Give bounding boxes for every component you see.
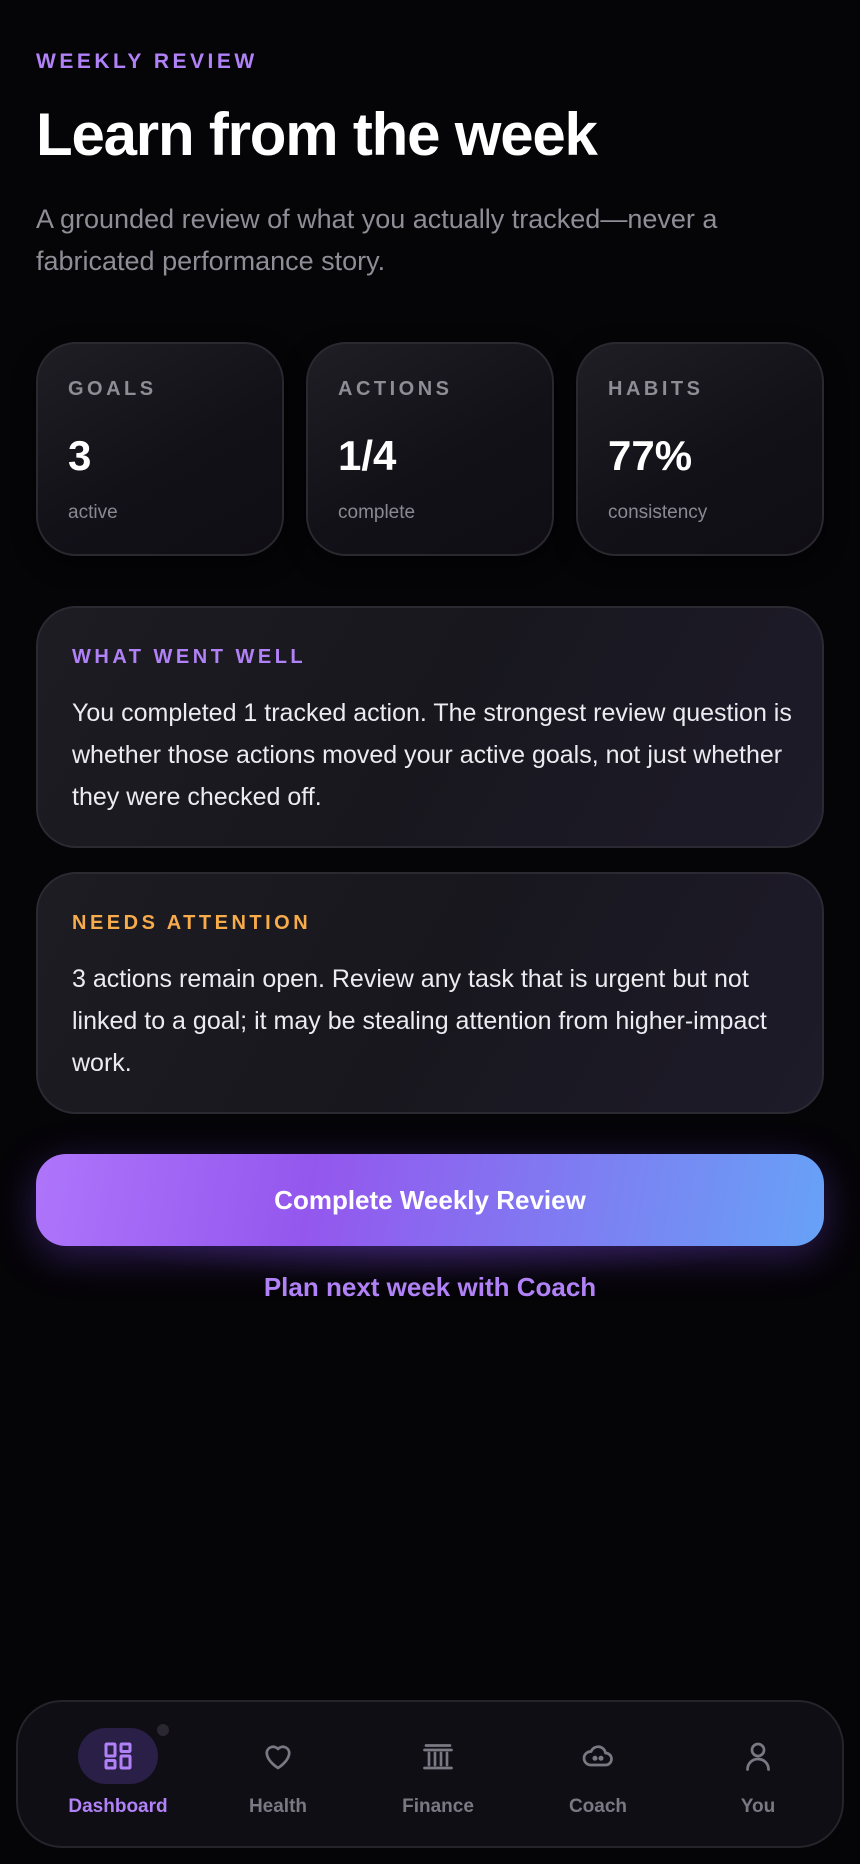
stat-caption: consistency	[608, 502, 708, 523]
person-icon	[746, 1742, 770, 1771]
stat-value: 77%	[608, 432, 693, 479]
card-body: You completed 1 tracked action. The stro…	[72, 699, 792, 811]
coach-icon	[582, 1745, 613, 1767]
tab-label: Health	[248, 1796, 308, 1817]
dashboard-icon	[104, 1742, 132, 1770]
tab-label: Dashboard	[68, 1796, 168, 1817]
card-heading: WHAT WENT WELL	[72, 646, 307, 668]
tab-coach[interactable]: Coach	[518, 1702, 678, 1850]
tab-you[interactable]: You	[678, 1702, 838, 1850]
needs-attention-card: NEEDS ATTENTION 3 actions remain open. R…	[36, 872, 824, 1114]
tab-icon-highlight	[78, 1728, 158, 1784]
complete-weekly-review-button[interactable]: Complete Weekly Review	[36, 1154, 824, 1246]
stat-card-actions: ACTIONS 1/4 complete	[306, 342, 554, 556]
page-title: Learn from the week	[36, 101, 598, 168]
plan-with-coach-link[interactable]: Plan next week with Coach	[0, 1272, 860, 1303]
tab-label: You	[740, 1796, 776, 1817]
bottom-tab-bar: Dashboard Health Finance Coach You	[16, 1700, 844, 1848]
tab-finance[interactable]: Finance	[358, 1702, 518, 1850]
weekly-review-screen: WEEKLY REVIEW Learn from the week A grou…	[0, 0, 860, 1864]
stats-row: GOALS 3 active ACTIONS 1/4 complete HABI…	[36, 342, 824, 556]
tab-health[interactable]: Health	[198, 1702, 358, 1850]
bank-icon	[423, 1744, 453, 1770]
heart-icon	[265, 1745, 291, 1770]
stat-value: 3	[68, 432, 92, 479]
stat-card-habits: HABITS 77% consistency	[576, 342, 824, 556]
card-heading: NEEDS ATTENTION	[72, 912, 312, 934]
stat-card-goals: GOALS 3 active	[36, 342, 284, 556]
stat-value: 1/4	[338, 432, 397, 479]
card-body: 3 actions remain open. Review any task t…	[72, 965, 767, 1077]
stat-caption: active	[68, 502, 118, 523]
stat-label: GOALS	[68, 378, 157, 400]
tab-dashboard[interactable]: Dashboard	[38, 1702, 198, 1850]
tab-label: Finance	[402, 1796, 474, 1817]
tab-label: Coach	[568, 1796, 628, 1817]
stat-label: HABITS	[608, 378, 704, 400]
section-eyebrow: WEEKLY REVIEW	[36, 50, 258, 73]
page-subtitle: A grounded review of what you actually t…	[36, 204, 718, 276]
stat-label: ACTIONS	[338, 378, 453, 400]
notification-dot	[157, 1724, 169, 1736]
stat-caption: complete	[338, 502, 416, 523]
went-well-card: WHAT WENT WELL You completed 1 tracked a…	[36, 606, 824, 848]
